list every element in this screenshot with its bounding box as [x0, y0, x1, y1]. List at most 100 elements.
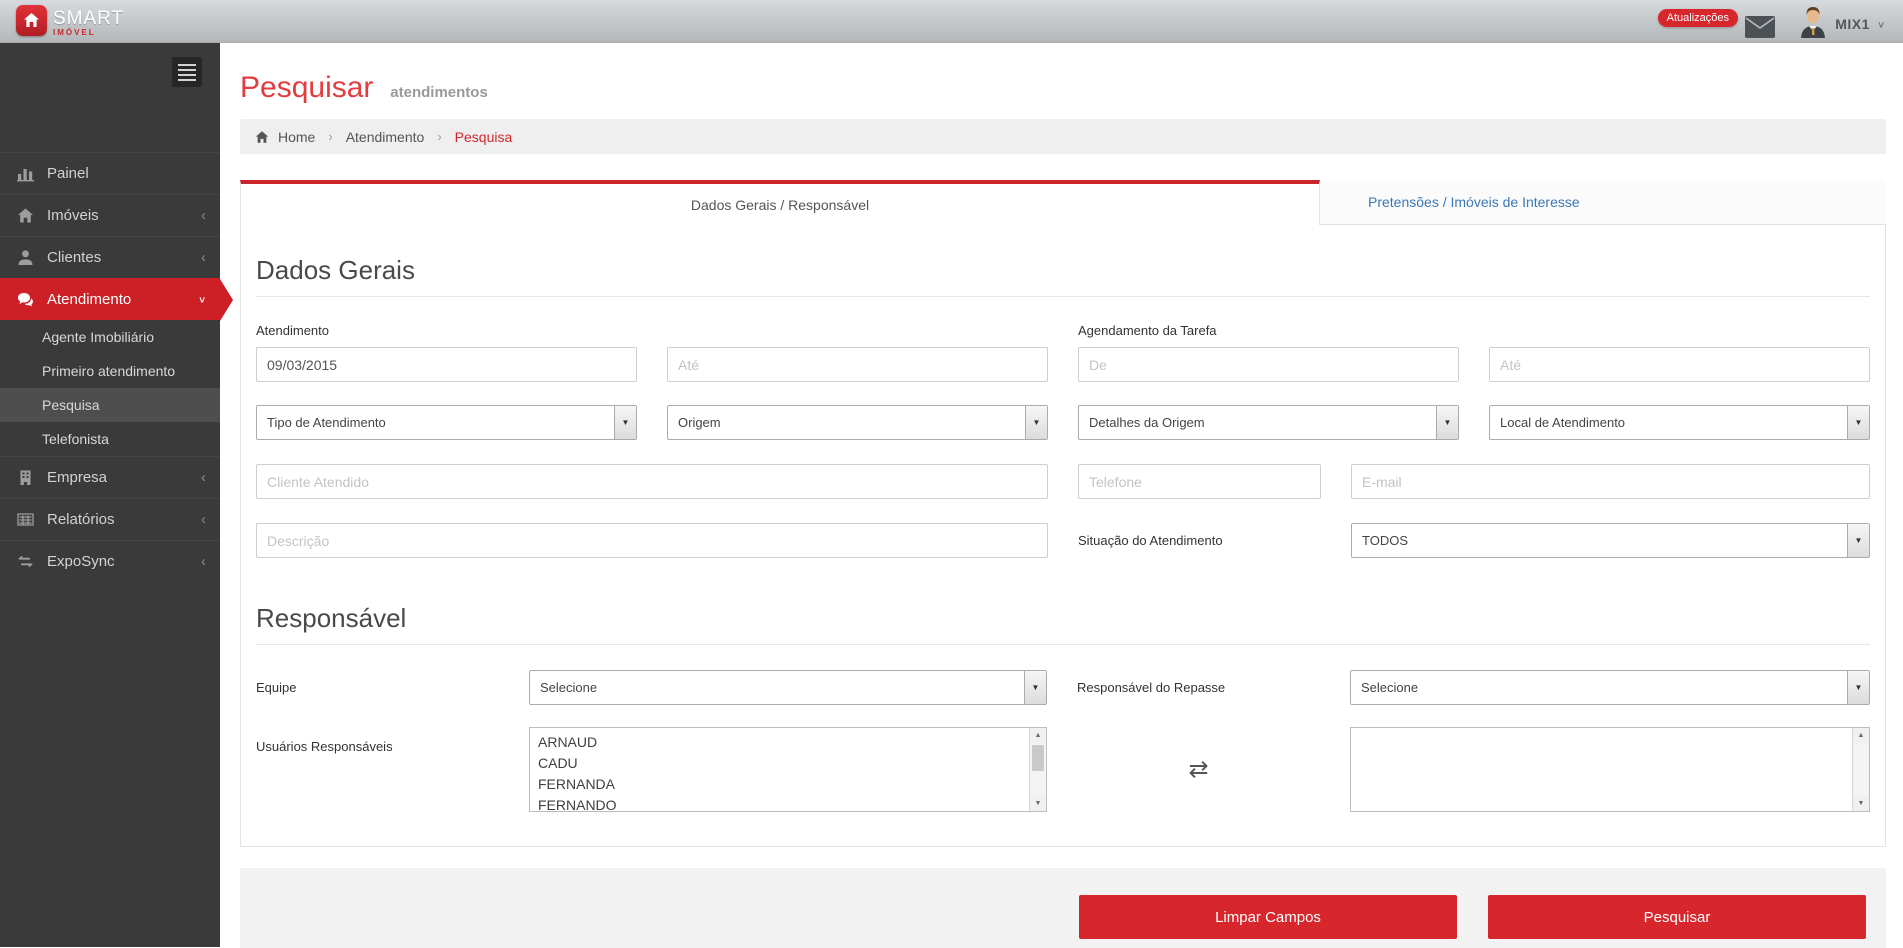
sidebar-item-relatorios[interactable]: Relatórios ‹: [0, 498, 220, 540]
topbar: SMART IMÓVEL Atualizações MIX1 ∨: [0, 0, 1903, 43]
section-heading-dados-gerais: Dados Gerais: [256, 225, 1870, 297]
updates-badge[interactable]: Atualizações: [1658, 9, 1738, 27]
agendamento-label: Agendamento da Tarefa: [1078, 323, 1459, 338]
transfer-arrows-icon: ⇄: [1188, 755, 1208, 784]
chevron-down-icon: ∨: [198, 294, 206, 304]
breadcrumb-current: Pesquisa: [455, 129, 513, 145]
limpar-campos-button[interactable]: Limpar Campos: [1079, 895, 1457, 939]
sidebar-subitem-primeiro-atendimento[interactable]: Primeiro atendimento: [0, 354, 220, 388]
sidebar-item-label: Empresa: [47, 469, 201, 486]
scroll-down-icon[interactable]: ▼: [1030, 796, 1046, 811]
sidebar-submenu-atendimento: Agente Imobiliário Primeiro atendimento …: [0, 320, 220, 456]
dropdown-arrow-icon: ▼: [614, 406, 636, 439]
chevron-left-icon: ‹: [201, 207, 206, 224]
sidebar-item-empresa[interactable]: Empresa ‹: [0, 456, 220, 498]
chat-bubbles-icon: [17, 291, 34, 308]
sidebar-subitem-agente-imobiliario[interactable]: Agente Imobiliário: [0, 320, 220, 354]
logo-brand-text: SMART: [53, 9, 124, 28]
bar-chart-icon: [17, 165, 34, 182]
home-icon: [17, 207, 34, 224]
scrollbar-thumb[interactable]: [1032, 745, 1044, 771]
sidebar-subitem-telefonista[interactable]: Telefonista: [0, 422, 220, 456]
sidebar-subitem-pesquisa[interactable]: Pesquisa: [0, 388, 220, 422]
origem-select[interactable]: Origem ▼: [667, 405, 1048, 440]
page-title: Pesquisar atendimentos: [240, 68, 1886, 105]
chevron-left-icon: ‹: [201, 553, 206, 570]
building-icon: [17, 469, 34, 486]
listbox-option[interactable]: FERNANDO: [538, 795, 1029, 811]
equipe-label: Equipe: [256, 680, 499, 695]
sidebar-item-label: Imóveis: [47, 207, 201, 224]
usuarios-selecionados-listbox[interactable]: ▲ ▼: [1350, 727, 1870, 812]
descricao-input[interactable]: [256, 523, 1048, 558]
sidebar-item-imoveis[interactable]: Imóveis ‹: [0, 194, 220, 236]
scroll-up-icon[interactable]: ▲: [1853, 728, 1869, 743]
situacao-select[interactable]: TODOS ▼: [1351, 523, 1870, 558]
home-icon: [255, 130, 269, 144]
sidebar-item-atendimento[interactable]: Atendimento ∨: [0, 278, 220, 320]
listbox-option[interactable]: FERNANDA: [538, 774, 1029, 795]
pesquisar-button[interactable]: Pesquisar: [1488, 895, 1866, 939]
sidebar-collapse-button[interactable]: [172, 57, 202, 87]
tab-dados-gerais[interactable]: Dados Gerais / Responsável: [240, 180, 1320, 225]
logo-sub-text: IMÓVEL: [53, 29, 124, 37]
form-actions-bar: Limpar Campos Pesquisar: [240, 868, 1886, 948]
agendamento-ate-input[interactable]: [1489, 347, 1870, 382]
dropdown-arrow-icon: ▼: [1847, 524, 1869, 557]
mail-icon[interactable]: [1745, 16, 1775, 43]
avatar: [1798, 5, 1828, 43]
sidebar-item-label: Painel: [47, 165, 206, 182]
sidebar-item-label: Clientes: [47, 249, 201, 266]
cliente-atendido-input[interactable]: [256, 464, 1048, 499]
user-icon: [17, 249, 34, 266]
repasse-label: Responsável do Repasse: [1077, 680, 1320, 695]
app-logo: SMART IMÓVEL: [16, 5, 124, 37]
breadcrumb-separator: ›: [328, 129, 332, 144]
dropdown-arrow-icon: ▼: [1847, 671, 1869, 704]
breadcrumb: Home › Atendimento › Pesquisa: [240, 119, 1886, 154]
dropdown-arrow-icon: ▼: [1847, 406, 1869, 439]
sidebar-item-clientes[interactable]: Clientes ‹: [0, 236, 220, 278]
page-title-main: Pesquisar: [240, 71, 373, 104]
section-heading-responsavel: Responsável: [256, 603, 1870, 645]
tab-pretensoes[interactable]: Pretensões / Imóveis de Interesse: [1320, 180, 1886, 225]
sidebar-nav: Painel Imóveis ‹ Clientes ‹: [0, 152, 220, 582]
email-input[interactable]: [1351, 464, 1870, 499]
chevron-left-icon: ‹: [201, 511, 206, 528]
repasse-select[interactable]: Selecione ▼: [1350, 670, 1870, 705]
sidebar-item-label: Atendimento: [47, 291, 198, 308]
atendimento-ate-input[interactable]: [667, 347, 1048, 382]
sidebar-item-label: Relatórios: [47, 511, 201, 528]
chevron-down-icon: ∨: [1877, 19, 1885, 29]
breadcrumb-separator: ›: [437, 129, 441, 144]
breadcrumb-atendimento[interactable]: Atendimento: [346, 129, 425, 145]
dropdown-arrow-icon: ▼: [1025, 406, 1047, 439]
page-title-sub: atendimentos: [390, 84, 488, 101]
table-icon: [17, 511, 34, 528]
listbox-option[interactable]: ARNAUD: [538, 732, 1029, 753]
sidebar: Painel Imóveis ‹ Clientes ‹: [0, 43, 220, 947]
scrollbar[interactable]: ▲ ▼: [1029, 728, 1046, 811]
telefone-input[interactable]: [1078, 464, 1321, 499]
breadcrumb-home[interactable]: Home: [278, 129, 315, 145]
dropdown-arrow-icon: ▼: [1436, 406, 1458, 439]
scroll-down-icon[interactable]: ▼: [1853, 796, 1869, 811]
local-atendimento-select[interactable]: Local de Atendimento ▼: [1489, 405, 1870, 440]
agendamento-de-input[interactable]: [1078, 347, 1459, 382]
user-menu[interactable]: MIX1 ∨: [1798, 5, 1885, 43]
detalhes-origem-select[interactable]: Detalhes da Origem ▼: [1078, 405, 1459, 440]
usuarios-responsaveis-label: Usuários Responsáveis: [256, 727, 499, 812]
scroll-up-icon[interactable]: ▲: [1030, 728, 1046, 743]
scrollbar[interactable]: ▲ ▼: [1852, 728, 1869, 811]
tipo-atendimento-select[interactable]: Tipo de Atendimento ▼: [256, 405, 637, 440]
tab-bar: Dados Gerais / Responsável Pretensões / …: [240, 180, 1886, 225]
atendimento-de-input[interactable]: [256, 347, 637, 382]
usuarios-responsaveis-listbox[interactable]: ARNAUD CADU FERNANDA FERNANDO FREDERICO …: [529, 727, 1047, 812]
sidebar-item-exposync[interactable]: ExpoSync ‹: [0, 540, 220, 582]
dropdown-arrow-icon: ▼: [1024, 671, 1046, 704]
user-name: MIX1: [1835, 16, 1870, 32]
sidebar-item-painel[interactable]: Painel: [0, 152, 220, 194]
chevron-left-icon: ‹: [201, 469, 206, 486]
equipe-select[interactable]: Selecione ▼: [529, 670, 1047, 705]
listbox-option[interactable]: CADU: [538, 753, 1029, 774]
